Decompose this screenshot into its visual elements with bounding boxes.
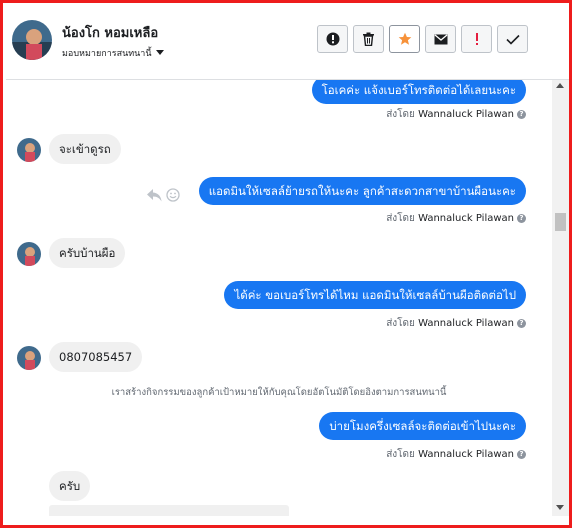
info-icon: [326, 32, 339, 46]
contact-avatar-small: [17, 346, 41, 370]
outgoing-message[interactable]: โอเคค่ะ แจ้งเบอร์โทรติดต่อได้เลยนะคะ: [311, 80, 526, 104]
incoming-message[interactable]: 0807085457: [49, 342, 143, 372]
caret-down-icon: [155, 50, 164, 55]
incoming-message[interactable]: จะเข้าดูรถ: [49, 134, 121, 164]
delete-button[interactable]: [353, 25, 384, 53]
message-thread[interactable]: โอเคค่ะ แจ้งเบอร์โทรติดต่อได้เลยนะคะ ส่ง…: [6, 80, 552, 516]
contact-avatar-small: [17, 138, 41, 162]
reply-icon[interactable]: [147, 188, 162, 202]
window-frame: น้องโก หอมเหลือ มอบหมายการสนทนานี้ โอเคค…: [0, 0, 572, 528]
star-icon: [398, 32, 411, 45]
assign-label: มอบหมายการสนทนานี้: [62, 49, 152, 59]
mail-icon: [434, 34, 447, 44]
scrollbar[interactable]: [552, 80, 569, 516]
scroll-down-arrow-icon[interactable]: [556, 505, 564, 510]
info-button[interactable]: [317, 25, 348, 53]
info-icon[interactable]: ?: [517, 450, 526, 459]
message-hover-actions: [147, 188, 180, 202]
info-icon[interactable]: ?: [517, 319, 526, 328]
sent-by-label: ส่งโดย Wannaluck Pilawan?: [386, 107, 526, 122]
contact-name[interactable]: น้องโก หอมเหลือ: [62, 22, 158, 43]
react-smiley-icon[interactable]: [166, 188, 180, 202]
action-toolbar: [317, 25, 528, 53]
lead-activity-card[interactable]: [49, 505, 289, 516]
exclamation-icon: [475, 33, 478, 45]
mark-spam-button[interactable]: [461, 25, 492, 53]
sent-by-label: ส่งโดย Wannaluck Pilawan?: [386, 447, 526, 462]
contact-avatar[interactable]: [12, 20, 52, 60]
info-icon[interactable]: ?: [517, 214, 526, 223]
incoming-message[interactable]: ครับบ้านผือ: [49, 238, 126, 268]
check-icon: [505, 34, 520, 45]
scroll-up-arrow-icon[interactable]: [556, 83, 564, 88]
star-button[interactable]: [389, 25, 420, 53]
contact-avatar-small: [17, 242, 41, 266]
incoming-message[interactable]: ครับ: [49, 471, 91, 501]
mark-unread-button[interactable]: [425, 25, 456, 53]
outgoing-message[interactable]: บ่ายโมงครึ่งเซลล์จะติดต่อเข้าไปนะคะ: [319, 412, 526, 440]
conversation-header: น้องโก หอมเหลือ มอบหมายการสนทนานี้: [6, 6, 569, 80]
outgoing-message[interactable]: แอดมินให้เซลล์ย้ายรถให้นะคะ ลูกค้าสะดวกส…: [198, 177, 526, 205]
mark-done-button[interactable]: [497, 25, 528, 53]
sent-by-label: ส่งโดย Wannaluck Pilawan?: [386, 211, 526, 226]
info-icon[interactable]: ?: [517, 110, 526, 119]
assign-conversation-dropdown[interactable]: มอบหมายการสนทนานี้: [62, 46, 164, 60]
sent-by-label: ส่งโดย Wannaluck Pilawan?: [386, 316, 526, 331]
scrollbar-thumb[interactable]: [555, 213, 566, 231]
system-notice: เราสร้างกิจกรรมของลูกค้าเป้าหมายให้กับคุ…: [111, 387, 447, 398]
outgoing-message[interactable]: ได้ค่ะ ขอเบอร์โทรได้ไหม แอดมินให้เซลล์บ้…: [224, 281, 526, 309]
trash-icon: [363, 32, 374, 46]
